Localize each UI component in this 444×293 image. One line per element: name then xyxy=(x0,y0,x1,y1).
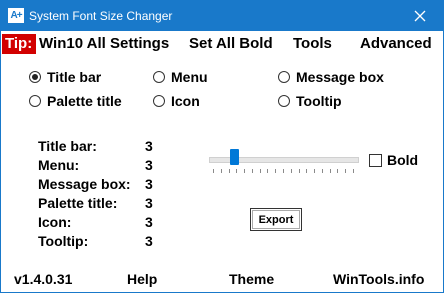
option-label: Menu xyxy=(171,69,208,85)
size-label-tooltip: Tooltip: xyxy=(38,233,89,249)
slider-tick xyxy=(213,169,214,173)
window-title: System Font Size Changer xyxy=(29,9,173,23)
title-bar[interactable]: A+ System Font Size Changer xyxy=(1,1,443,31)
menu-set-all-bold[interactable]: Set All Bold xyxy=(189,35,273,53)
option-label: Title bar xyxy=(47,69,102,85)
slider-tick xyxy=(228,169,230,173)
size-value-menu: 3 xyxy=(145,157,153,173)
close-button[interactable] xyxy=(397,1,443,31)
size-value-message-box: 3 xyxy=(145,176,153,192)
radio-button[interactable] xyxy=(278,71,290,83)
slider-tick xyxy=(267,169,269,173)
menu-tools[interactable]: Tools xyxy=(293,35,332,53)
slider-ticks xyxy=(209,169,359,174)
slider-tick xyxy=(275,169,277,173)
option-label: Tooltip xyxy=(296,93,342,109)
radio-button[interactable] xyxy=(153,71,165,83)
export-button[interactable]: Export xyxy=(250,208,302,231)
slider-tick xyxy=(345,169,347,173)
menu-tip[interactable]: Tip: xyxy=(2,34,37,54)
slider-tick xyxy=(353,169,354,173)
slider-tick xyxy=(337,169,339,173)
theme-link[interactable]: Theme xyxy=(229,271,274,287)
menu-advanced[interactable]: Advanced xyxy=(360,35,432,53)
slider-tick xyxy=(251,169,253,173)
slider-tick xyxy=(244,169,246,173)
radio-button[interactable] xyxy=(153,95,165,107)
menu-win10-all-settings[interactable]: Win10 All Settings xyxy=(39,35,169,53)
radio-button[interactable] xyxy=(29,71,41,83)
help-link[interactable]: Help xyxy=(127,271,157,287)
option-label: Palette title xyxy=(47,93,122,109)
menu-bar: Tip: Win10 All Settings Set All Bold Too… xyxy=(1,32,443,56)
slider-tick xyxy=(236,169,238,173)
size-label-menu: Menu: xyxy=(38,157,80,173)
radio-button[interactable] xyxy=(278,95,290,107)
size-label-message-box: Message box: xyxy=(38,176,131,192)
version-label: v1.4.0.31 xyxy=(14,271,73,287)
size-value-tooltip: 3 xyxy=(145,233,153,249)
slider-thumb[interactable] xyxy=(230,149,239,165)
slider-tick xyxy=(321,169,323,173)
slider-tick xyxy=(259,169,261,173)
option-label: Message box xyxy=(296,69,384,85)
slider-tick xyxy=(220,169,222,173)
slider-tick xyxy=(290,169,292,173)
slider-tick xyxy=(298,169,300,173)
app-icon: A+ xyxy=(8,8,24,23)
bold-checkbox[interactable] xyxy=(369,154,382,167)
slider-tick xyxy=(306,169,308,173)
close-icon xyxy=(414,10,426,22)
size-value-title-bar: 3 xyxy=(145,138,153,154)
size-label-palette-title: Palette title: xyxy=(38,195,118,211)
slider-tick xyxy=(314,169,316,173)
font-size-slider[interactable] xyxy=(209,149,359,175)
slider-tick xyxy=(283,169,284,173)
size-label-icon: Icon: xyxy=(38,214,72,230)
wintools-link[interactable]: WinTools.info xyxy=(333,271,424,287)
size-value-icon: 3 xyxy=(145,214,153,230)
bold-label[interactable]: Bold xyxy=(387,152,418,168)
app-window: A+ System Font Size Changer Tip: Win10 A… xyxy=(0,0,444,293)
option-label: Icon xyxy=(171,93,200,109)
size-value-palette-title: 3 xyxy=(145,195,153,211)
size-label-title-bar: Title bar: xyxy=(38,138,97,154)
slider-tick xyxy=(329,169,331,173)
radio-button[interactable] xyxy=(29,95,41,107)
